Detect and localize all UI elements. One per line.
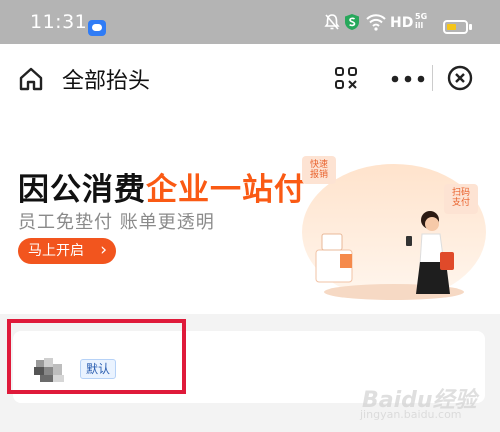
- battery-level: [447, 24, 456, 30]
- more-icon[interactable]: [391, 75, 425, 83]
- screen: 11:31 HD 5G ill 全部抬头 因公消费企业一站付 员工免垫付 账单更…: [0, 0, 500, 432]
- watermark-sub: jingyan.baidu.com: [360, 408, 462, 421]
- nav-bar: 全部抬头: [0, 44, 500, 112]
- start-now-button[interactable]: 马上开启: [18, 238, 116, 264]
- shield-icon: [345, 14, 359, 30]
- promo-banner[interactable]: 因公消费企业一站付 员工免垫付 账单更透明 马上开启 › 快速 报销 扫码 支付: [0, 112, 500, 314]
- baidu-watermark: Baidu经验 jingyan.baidu.com: [356, 374, 496, 426]
- page-title: 全部抬头: [62, 69, 151, 94]
- app-chip-icon: [88, 20, 106, 36]
- scan-icon[interactable]: [334, 66, 358, 90]
- battery-icon: [443, 20, 468, 34]
- mute-bell-icon: [324, 14, 340, 30]
- home-icon[interactable]: [18, 66, 44, 92]
- banner-subtitle: 员工免垫付 账单更透明: [18, 212, 215, 233]
- status-bar: 11:31 HD 5G ill: [0, 0, 500, 44]
- banner-title-part1: 因公消费: [18, 172, 146, 208]
- banner-tag-right: 扫码 支付: [452, 188, 471, 208]
- status-time: 11:31: [30, 11, 88, 33]
- banner-title: 因公消费企业一站付: [18, 164, 306, 209]
- signal-label: 5G ill: [415, 12, 428, 30]
- banner-title-part2: 企业一站付: [146, 172, 306, 208]
- wifi-icon: [366, 14, 386, 31]
- close-icon[interactable]: [447, 65, 473, 91]
- nav-divider: [432, 65, 433, 91]
- network-type-label: HD: [390, 15, 414, 31]
- battery-tip: [469, 24, 472, 30]
- highlight-annotation-box: [7, 319, 186, 394]
- banner-tag-left: 快速 报销: [310, 160, 329, 180]
